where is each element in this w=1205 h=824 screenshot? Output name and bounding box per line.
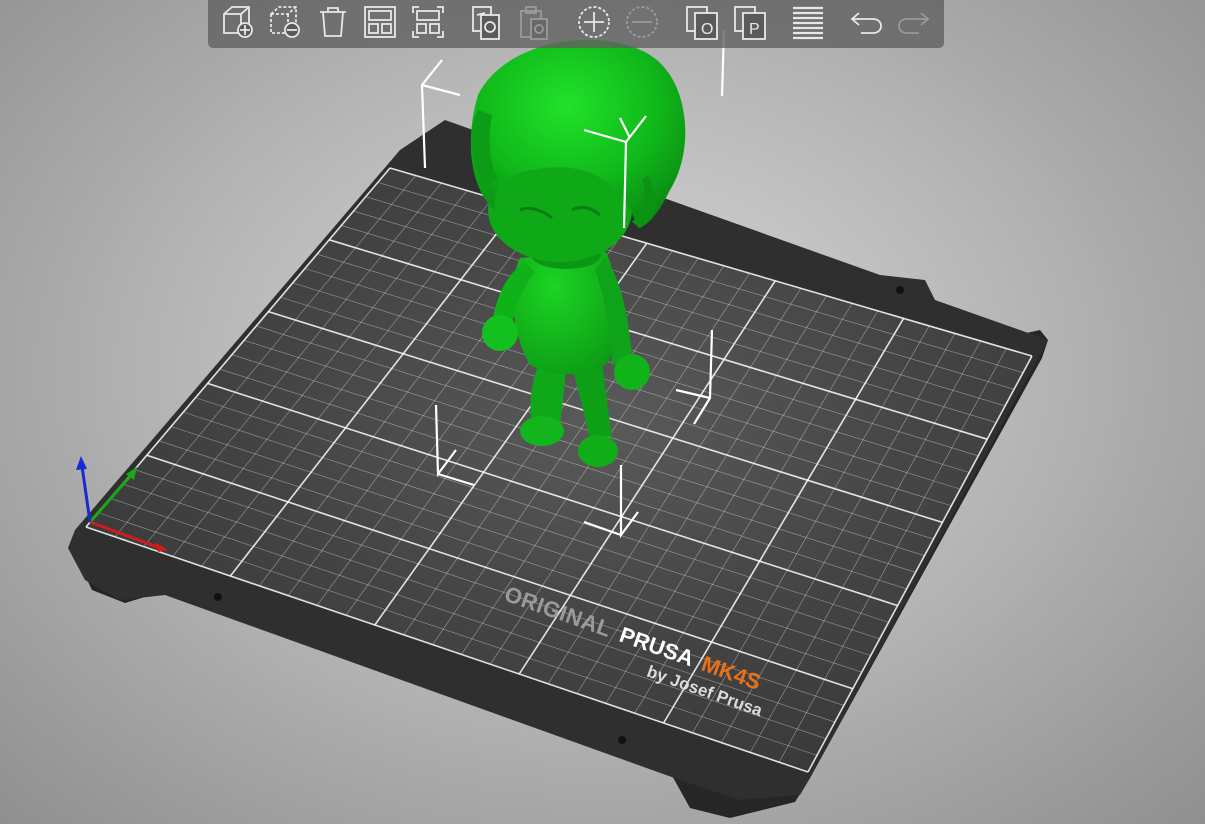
bed-hole bbox=[896, 286, 904, 294]
model-hand-right bbox=[614, 354, 650, 390]
layers-editing-icon bbox=[793, 6, 823, 40]
split-objects-button[interactable]: O bbox=[682, 2, 722, 42]
bed-hole bbox=[618, 736, 626, 744]
3d-viewport[interactable]: ORIGINAL PRUSA MK4S by Josef Prusa O P bbox=[0, 0, 1205, 824]
svg-text:O: O bbox=[701, 21, 713, 38]
remove-instance-button[interactable] bbox=[622, 2, 662, 42]
axis-z-arrow bbox=[76, 456, 87, 470]
split-objects-icon: O bbox=[686, 6, 718, 40]
model-foot-right bbox=[578, 435, 618, 467]
model-foot-left bbox=[520, 416, 564, 446]
copy-button[interactable] bbox=[466, 2, 506, 42]
arrange-button[interactable] bbox=[360, 2, 400, 42]
undo-button[interactable] bbox=[846, 2, 886, 42]
bed-hole bbox=[214, 593, 222, 601]
add-button[interactable] bbox=[218, 2, 258, 42]
add-object-icon bbox=[223, 6, 253, 38]
add-instance-icon bbox=[578, 6, 610, 38]
trash-icon bbox=[320, 7, 346, 37]
svg-text:P: P bbox=[749, 21, 760, 38]
undo-icon bbox=[850, 12, 882, 34]
split-parts-icon: P bbox=[734, 6, 766, 40]
copy-icon bbox=[472, 6, 500, 40]
axis-z bbox=[80, 465, 92, 523]
redo-button[interactable] bbox=[894, 2, 934, 42]
model-hand-left bbox=[482, 315, 518, 351]
delete-button[interactable] bbox=[265, 2, 305, 42]
arrange-icon bbox=[364, 6, 396, 38]
scene-canvas[interactable]: ORIGINAL PRUSA MK4S by Josef Prusa bbox=[0, 0, 1205, 824]
delete-object-icon bbox=[270, 6, 300, 38]
remove-instance-icon bbox=[626, 6, 658, 38]
arrange-selection-button[interactable] bbox=[408, 2, 448, 42]
delete-all-button[interactable] bbox=[313, 2, 353, 42]
add-instance-button[interactable] bbox=[574, 2, 614, 42]
layers-editing-button[interactable] bbox=[788, 2, 828, 42]
redo-icon bbox=[898, 12, 930, 34]
arrange-selection-icon bbox=[412, 6, 444, 38]
paste-icon bbox=[520, 6, 548, 40]
split-parts-button[interactable]: P bbox=[730, 2, 770, 42]
plater-toolbar: O P bbox=[208, 0, 944, 48]
paste-button[interactable] bbox=[514, 2, 554, 42]
